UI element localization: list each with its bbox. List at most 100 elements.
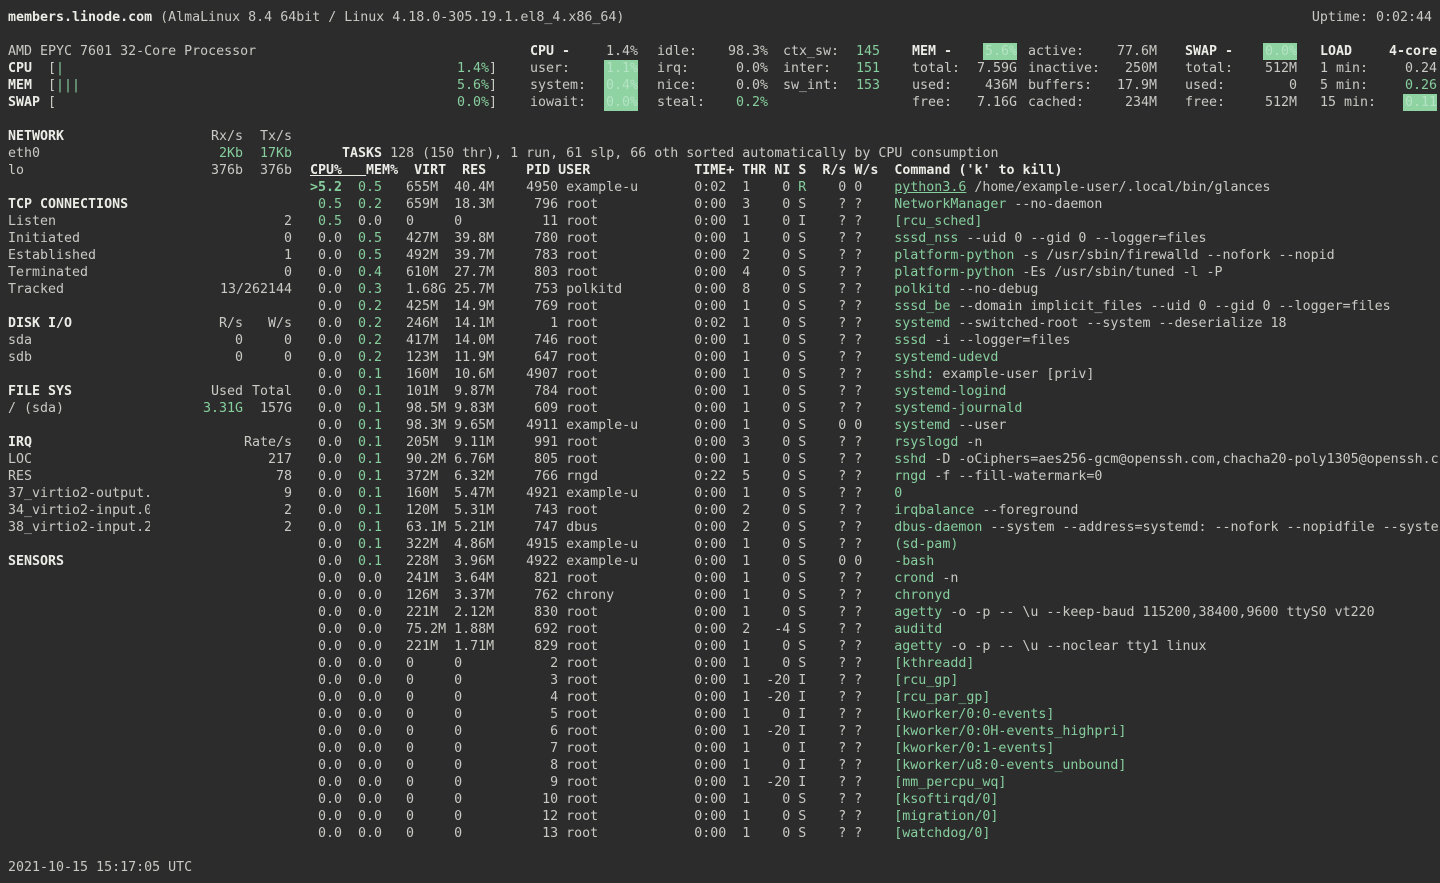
- stat-value: 1.4%: [604, 43, 638, 60]
- cell-user: root: [566, 366, 646, 383]
- cell-thr: 8: [742, 281, 766, 298]
- meter-spacer: [64, 60, 457, 77]
- row-label: sdb: [8, 349, 183, 366]
- cell-cpu: 0.5: [310, 213, 342, 230]
- cell-rps: ?: [822, 298, 846, 315]
- command-args: --no-debug: [950, 281, 1038, 298]
- cell-command: sssd_nss --uid 0 --gid 0 --logger=files: [894, 230, 1440, 247]
- stat-value: 7.16G: [975, 94, 1017, 111]
- cell-pid: 769: [502, 298, 558, 315]
- cell-res: 0: [454, 791, 502, 808]
- cell-thr: 1: [742, 706, 766, 723]
- sidebar-row: 37_virtio2-output.19: [8, 485, 292, 502]
- cell-pid: 13: [502, 825, 558, 842]
- cell-time: 0:00: [646, 791, 726, 808]
- row-value: 2: [150, 519, 292, 536]
- section-header: DISK I/OR/sW/s: [8, 315, 292, 332]
- cell-ni: 0: [766, 519, 790, 536]
- cell-virt: 427M: [406, 230, 446, 247]
- stat-row: inactive:250M: [1028, 60, 1157, 77]
- command-name: [kworker/u8:0-events_unbound]: [894, 757, 1126, 774]
- stat-row: ctx_sw:145: [783, 43, 880, 60]
- sidebar-row: Initiated0: [8, 230, 292, 247]
- cell-mem: 0.4: [358, 264, 382, 281]
- cell-state: S: [798, 247, 806, 264]
- cell-pid: 753: [502, 281, 558, 298]
- process-row: 0.00.163.1M5.21M747dbus0:0020S??dbus-dae…: [310, 519, 1440, 536]
- cell-mem: 0.1: [358, 485, 382, 502]
- cell-mem: 0.0: [358, 706, 382, 723]
- cell-user: root: [566, 570, 646, 587]
- cell-virt: 0: [406, 757, 446, 774]
- command-name: sssd: [894, 332, 926, 349]
- cell-ni: -20: [766, 672, 790, 689]
- cell-res: 3.64M: [454, 570, 502, 587]
- cell-ni: -20: [766, 723, 790, 740]
- row-label: Terminated: [8, 264, 150, 281]
- cell-wps: ?: [854, 213, 878, 230]
- cell-command: systemd-journald: [894, 400, 1440, 417]
- process-row: 0.00.2123M11.9M647root0:0010S??systemd-u…: [310, 349, 1440, 366]
- cell-mem: 0.1: [358, 451, 382, 468]
- cell-state: S: [798, 536, 806, 553]
- cell-mem: 0.0: [358, 825, 382, 842]
- stat-row: 5 min:0.26: [1320, 77, 1437, 94]
- cell-wps: 0: [854, 179, 878, 196]
- cell-state: S: [798, 298, 806, 315]
- cell-user: root: [566, 808, 646, 825]
- section-header: SENSORS: [8, 553, 292, 570]
- cell-virt: 221M: [406, 638, 446, 655]
- cell-virt: 0: [406, 723, 446, 740]
- cell-wps: ?: [854, 383, 878, 400]
- cell-time: 0:00: [646, 451, 726, 468]
- cell-cpu: 0.0: [310, 417, 342, 434]
- command-name: dbus-daemon: [894, 519, 982, 536]
- section-header: IRQRate/s: [8, 434, 292, 451]
- command-name: [kworker/0:0H-events_highpri]: [894, 723, 1126, 740]
- stat-label: steal:: [657, 94, 705, 111]
- command-args: --switched-root --system --deserialize 1…: [950, 315, 1286, 332]
- cell-state: I: [798, 213, 806, 230]
- cell-command: [watchdog/0]: [894, 825, 1440, 842]
- section-filesys: FILE SYSUsedTotal/ (sda)3.31G157G: [8, 383, 292, 417]
- command-name: systemd-logind: [894, 383, 1006, 400]
- cell-rps: ?: [822, 723, 846, 740]
- cell-thr: 1: [742, 808, 766, 825]
- cell-ni: 0: [766, 315, 790, 332]
- cell-thr: 1: [742, 417, 766, 434]
- cell-time: 0:00: [646, 349, 726, 366]
- cell-time: 0:00: [646, 774, 726, 791]
- stat-row: CPU -1.4%: [530, 43, 638, 60]
- cell-pid: 4915: [502, 536, 558, 553]
- cell-command: [rcu_par_gp]: [894, 689, 1440, 706]
- cell-command: systemd --user: [894, 417, 1440, 434]
- cell-virt: 0: [406, 655, 446, 672]
- row-label: Established: [8, 247, 150, 264]
- process-row: 0.00.1205M9.11M991root0:0030S??rsyslogd …: [310, 434, 1440, 451]
- cell-wps: ?: [854, 400, 878, 417]
- stat-value: 0: [1287, 77, 1297, 94]
- cell-wps: ?: [854, 502, 878, 519]
- cell-rps: ?: [822, 791, 846, 808]
- cell-mem: 0.0: [358, 723, 382, 740]
- command-name: [migration/0]: [894, 808, 998, 825]
- cell-res: 11.9M: [454, 349, 502, 366]
- cell-state: S: [798, 417, 806, 434]
- process-row: 0.00.1228M3.96M4922example-u0:0010S00-ba…: [310, 553, 1440, 570]
- cell-thr: 1: [742, 383, 766, 400]
- command-args: -f --fill-watermark=0: [926, 468, 1102, 485]
- command-args: -n: [958, 434, 982, 451]
- cell-thr: 1: [742, 400, 766, 417]
- cell-command: polkitd --no-debug: [894, 281, 1440, 298]
- cell-ni: 0: [766, 298, 790, 315]
- cell-cpu: 0.0: [310, 485, 342, 502]
- command-name: sssd_nss: [894, 230, 958, 247]
- cell-user: root: [566, 349, 646, 366]
- cell-time: 0:00: [646, 536, 726, 553]
- cell-ni: 0: [766, 417, 790, 434]
- cell-user: root: [566, 740, 646, 757]
- command-name: systemd-journald: [894, 400, 1022, 417]
- cell-time: 0:00: [646, 281, 726, 298]
- cell-cpu: 0.0: [310, 451, 342, 468]
- stat-row: used:0: [1185, 77, 1297, 94]
